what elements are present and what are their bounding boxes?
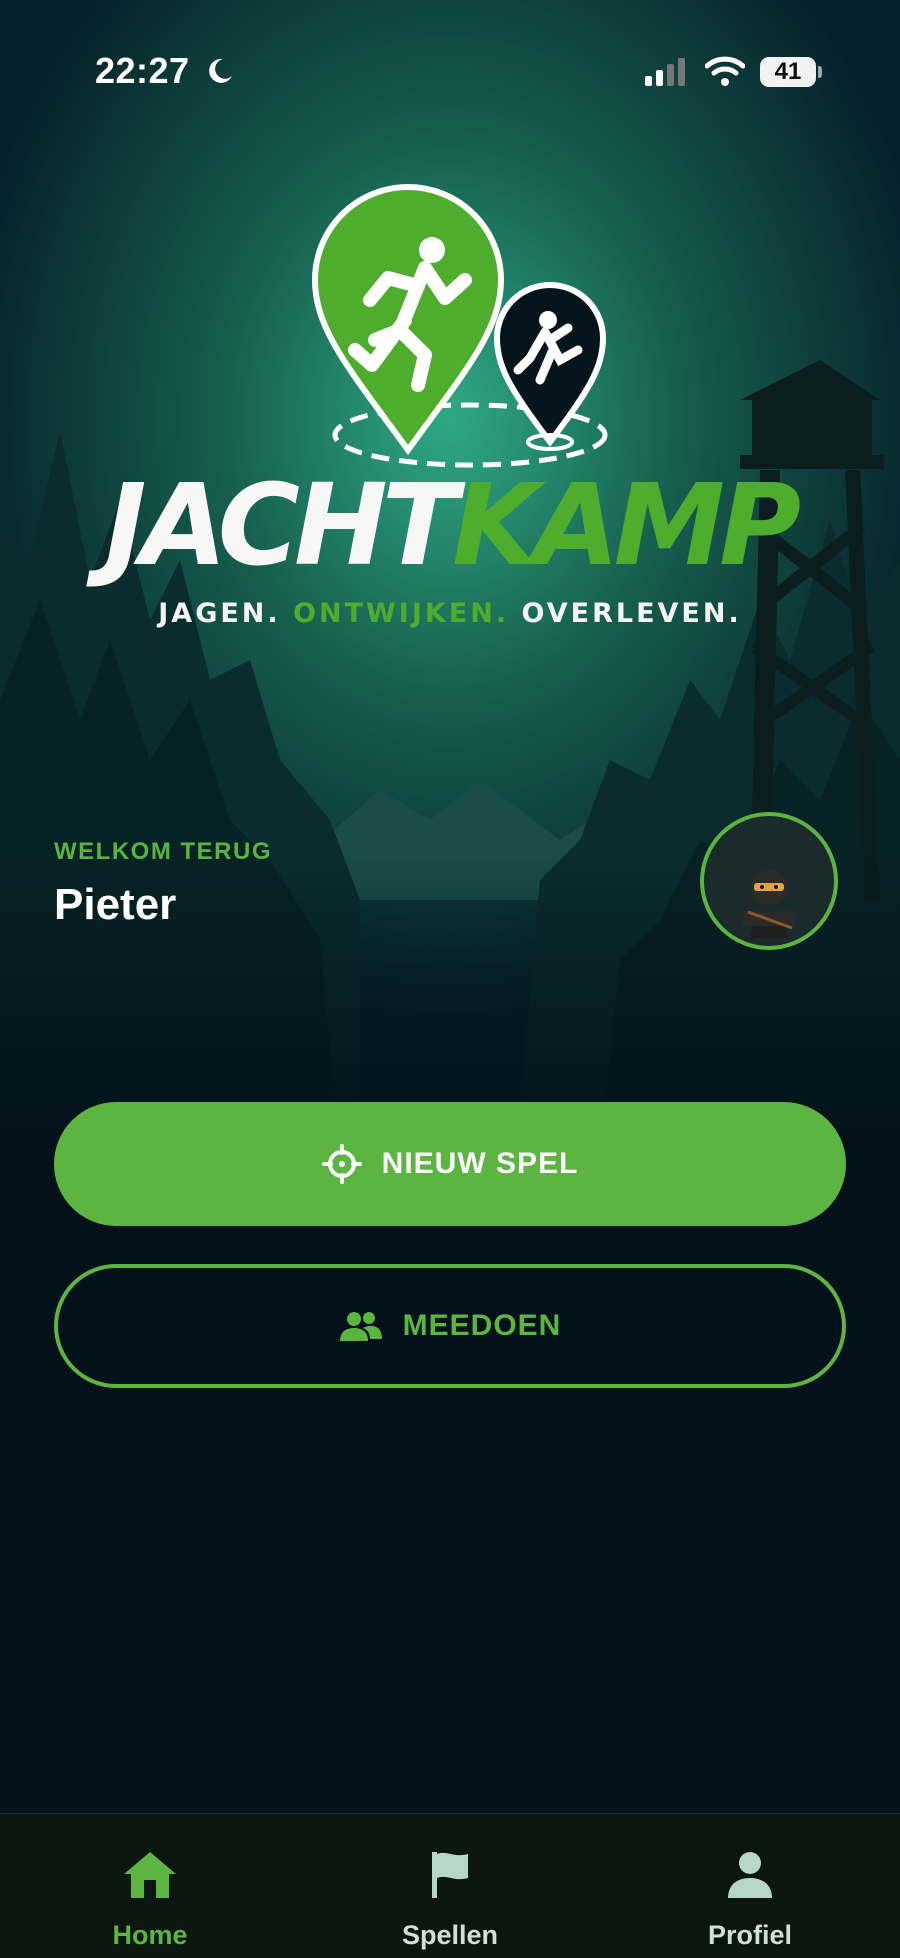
tab-games-label: Spellen <box>401 1920 499 1950</box>
people-icon <box>339 1312 382 1341</box>
tab-home-label: Home <box>112 1920 188 1950</box>
profile-avatar[interactable] <box>700 812 838 950</box>
tagline-overleven: OVERLEVEN. <box>521 598 742 629</box>
user-name: Pieter <box>54 880 177 929</box>
tagline-jagen: JAGEN. <box>158 598 281 629</box>
new-game-button[interactable]: NIEUW SPEL <box>54 1102 846 1226</box>
wordmark-kamp: KAMP <box>452 461 801 591</box>
logo-wordmark: JACHTKAMP <box>0 470 900 582</box>
status-time: 22:27 <box>95 50 190 91</box>
cellular-signal-icon <box>645 58 685 86</box>
new-game-label: NIEUW SPEL <box>381 1147 579 1180</box>
join-game-button[interactable]: MEEDOEN <box>54 1264 846 1388</box>
tagline-ontwijken: ONTWIJKEN. <box>293 598 510 629</box>
wifi-icon <box>705 56 745 86</box>
battery-level: 41 <box>774 58 802 85</box>
moon-icon <box>209 58 232 83</box>
fleeing-pin-icon <box>493 282 607 451</box>
person-icon <box>728 1852 772 1898</box>
flag-icon <box>432 1852 468 1898</box>
battery-indicator: 41 <box>760 57 816 87</box>
status-bar: 22:27 41 <box>0 0 900 150</box>
home-icon <box>124 1852 176 1898</box>
welcome-label: WELKOM TERUG <box>54 838 272 865</box>
battery-tip <box>818 66 822 78</box>
tab-profile-label: Profiel <box>707 1920 793 1950</box>
tab-home[interactable]: Home <box>50 1814 250 1958</box>
logo-tagline: JAGEN. ONTWIJKEN. OVERLEVEN. <box>0 598 900 629</box>
wordmark-jacht: JACHT <box>104 461 458 591</box>
bottom-tab-bar: Home Spellen Profiel <box>0 1813 900 1958</box>
crosshair-icon <box>321 1144 362 1184</box>
tab-games[interactable]: Spellen <box>350 1814 550 1958</box>
tab-profile[interactable]: Profiel <box>650 1814 850 1958</box>
runner-pin-icon <box>311 184 505 456</box>
ninja-avatar-icon <box>742 870 796 938</box>
join-game-label: MEEDOEN <box>402 1309 562 1342</box>
